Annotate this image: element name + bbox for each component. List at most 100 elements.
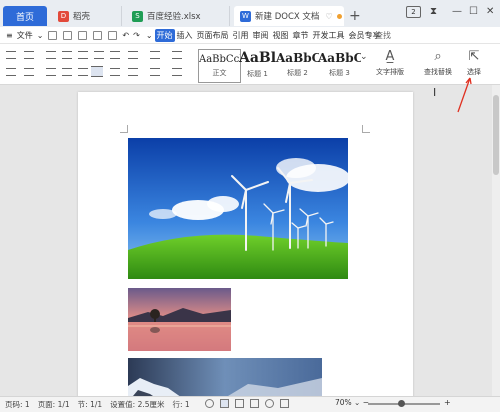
- search-label: 查找: [375, 31, 392, 40]
- menu-view[interactable]: 视图: [271, 30, 291, 41]
- tab-spreadsheet[interactable]: S 百度经验.xlsx: [126, 6, 230, 26]
- tab-docer[interactable]: D 稻壳: [52, 6, 122, 26]
- status-setting: 设置值: 2.5厘米: [110, 400, 165, 409]
- wind-turbine-image[interactable]: [128, 138, 348, 279]
- clear-format-icon[interactable]: [6, 68, 16, 76]
- preview-icon[interactable]: [78, 30, 88, 40]
- style-heading-1-sample: AaBl: [238, 50, 277, 66]
- style-heading-3[interactable]: AaBbC 标题 3: [318, 49, 361, 83]
- align-center-icon[interactable]: [62, 68, 72, 76]
- status-section: 节: 1/1: [77, 400, 103, 409]
- eye-protection-icon[interactable]: [205, 399, 214, 408]
- menu-developer[interactable]: 开发工具: [311, 30, 347, 41]
- print-icon[interactable]: [63, 30, 73, 40]
- minimize-icon[interactable]: —: [452, 6, 462, 17]
- close-window-icon[interactable]: ✕: [486, 6, 494, 17]
- menu-reference[interactable]: 引用: [231, 30, 251, 41]
- margin-corner-top-right: [362, 125, 370, 133]
- style-heading-2-sample: AaBbC: [276, 51, 319, 65]
- show-marks-icon[interactable]: [150, 51, 160, 59]
- text-layout-label: 文字排版: [376, 68, 404, 76]
- lake-sunset-image[interactable]: [128, 288, 231, 351]
- tab-docer-label: 稻壳: [73, 12, 91, 22]
- magnifier-icon: ⌕: [434, 49, 442, 64]
- hourglass-icon[interactable]: ⧗: [430, 6, 437, 17]
- search-box[interactable]: ⌕ 查找: [368, 30, 391, 41]
- find-replace-label: 查找替换: [424, 68, 452, 76]
- style-heading-2-label: 标题 2: [287, 69, 308, 77]
- table-border-icon[interactable]: [172, 68, 182, 76]
- window-count-badge[interactable]: 2: [406, 6, 421, 18]
- spreadsheet-icon: S: [132, 10, 143, 22]
- tab-document[interactable]: W 新建 DOCX 文档 ♡: [234, 6, 344, 26]
- text-layout-button[interactable]: A̲ 文字排版: [372, 49, 408, 77]
- outline-view-icon[interactable]: [235, 399, 244, 408]
- menu-chapter[interactable]: 章节: [291, 30, 311, 41]
- scrollbar-thumb[interactable]: [493, 95, 499, 175]
- unsaved-dot-icon: [336, 13, 342, 19]
- ribbon: AaBbCcDd 正文 AaBl 标题 1 AaBbC 标题 2 AaBbC 标…: [0, 44, 500, 85]
- line-spacing-icon[interactable]: [128, 68, 138, 76]
- new-tab-button[interactable]: +: [349, 8, 361, 24]
- styles-expand-icon[interactable]: ⌄: [360, 52, 368, 62]
- maximize-icon[interactable]: ☐: [469, 6, 478, 17]
- undo-icon[interactable]: ↶: [120, 31, 131, 40]
- pointer-icon: ⇱: [468, 49, 480, 64]
- font-size-icon[interactable]: [24, 51, 34, 59]
- shading-icon[interactable]: [150, 68, 160, 76]
- menu-start[interactable]: 开始: [154, 28, 175, 42]
- zoom-in-icon[interactable]: +: [444, 398, 451, 407]
- document-page[interactable]: [78, 92, 413, 402]
- save-icon[interactable]: [48, 30, 58, 40]
- indent-decrease-icon[interactable]: [78, 51, 88, 59]
- web-view-icon[interactable]: [265, 399, 274, 408]
- style-heading-3-label: 标题 3: [329, 69, 350, 77]
- tab-document-label: 新建 DOCX 文档: [255, 12, 320, 22]
- tab-bar: 首页 D 稻壳 S 百度经验.xlsx W 新建 DOCX 文档 ♡ + 2 ⧗…: [0, 0, 500, 27]
- zoom-value: 70%: [335, 398, 352, 407]
- zoom-slider-knob[interactable]: [398, 400, 405, 407]
- font-dropdown-icon[interactable]: [6, 51, 16, 59]
- file-dropdown-icon[interactable]: ⌄: [35, 31, 46, 40]
- style-normal-label: 正文: [212, 69, 227, 77]
- close-tab-icon[interactable]: ♡: [325, 12, 332, 21]
- sort-icon[interactable]: [110, 51, 120, 59]
- status-page-number[interactable]: 页码: 1: [5, 399, 30, 410]
- numbered-list-icon[interactable]: [62, 51, 72, 59]
- view-mode-group: [205, 399, 295, 408]
- hamburger-icon[interactable]: ≡: [4, 31, 15, 40]
- tab-home[interactable]: 首页: [3, 6, 47, 26]
- write-mode-icon[interactable]: [280, 399, 289, 408]
- find-replace-button[interactable]: ⌕ 查找替换: [418, 49, 458, 77]
- redo-icon[interactable]: ↷: [131, 31, 142, 40]
- style-heading-2[interactable]: AaBbC 标题 2: [276, 49, 319, 83]
- zoom-level[interactable]: 70% ⌄ −: [335, 398, 369, 407]
- distribute-icon[interactable]: [110, 68, 120, 76]
- align-right-icon[interactable]: [78, 68, 88, 76]
- format-painter-icon[interactable]: [108, 30, 118, 40]
- menu-review[interactable]: 审阅: [251, 30, 271, 41]
- align-left-icon[interactable]: [46, 68, 56, 76]
- menu-insert[interactable]: 插入: [175, 30, 195, 41]
- more-icon[interactable]: ⌄: [144, 31, 155, 40]
- menu-bar: ≡ 文件 ⌄ ↶ ↷ ⌄ 开始 插入 页面布局 引用 审阅 视图 章节 开发工具…: [0, 27, 500, 44]
- reading-view-icon[interactable]: [250, 399, 259, 408]
- search-icon: ⌕: [368, 31, 373, 40]
- menu-file[interactable]: 文件: [15, 30, 35, 41]
- menu-page-layout[interactable]: 页面布局: [195, 30, 231, 41]
- export-icon[interactable]: [93, 30, 103, 40]
- style-heading-1[interactable]: AaBl 标题 1: [236, 49, 279, 83]
- margin-corner-top-left: [120, 125, 128, 133]
- red-arrow-annotation: [457, 77, 472, 113]
- border-icon[interactable]: [172, 51, 182, 59]
- bullet-list-icon[interactable]: [46, 51, 56, 59]
- document-workspace[interactable]: [0, 85, 500, 402]
- wps-window: 首页 D 稻壳 S 百度经验.xlsx W 新建 DOCX 文档 ♡ + 2 ⧗…: [0, 0, 500, 412]
- justify-icon[interactable]: [91, 66, 103, 77]
- page-view-icon[interactable]: [220, 399, 229, 408]
- indent-increase-icon[interactable]: [94, 51, 104, 59]
- docer-icon: D: [58, 10, 69, 22]
- font-color-icon[interactable]: [24, 68, 34, 76]
- chinese-layout-icon[interactable]: [128, 51, 138, 59]
- style-normal[interactable]: AaBbCcDd 正文: [198, 49, 241, 83]
